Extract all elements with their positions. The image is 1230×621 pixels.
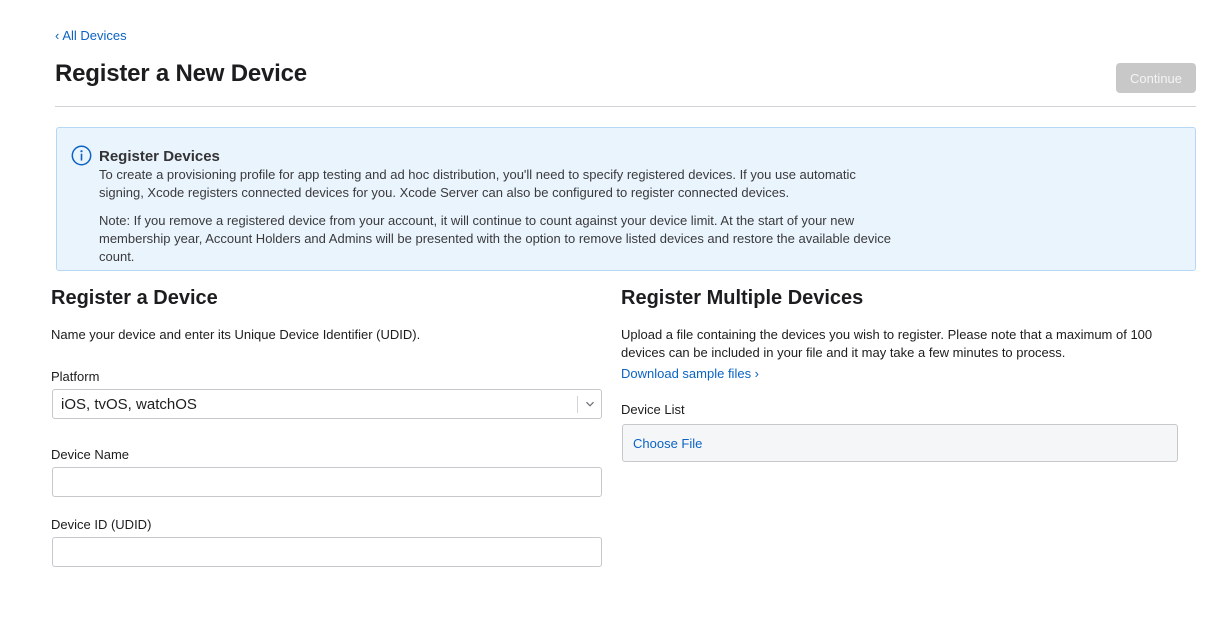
register-device-title: Register a Device	[51, 287, 218, 309]
info-paragraph-device-limit-note: Note: If you remove a registered device …	[99, 213, 891, 264]
platform-label: Platform	[51, 369, 100, 384]
device-id-input[interactable]	[52, 537, 602, 567]
all-devices-link[interactable]: ‹ All Devices	[55, 28, 127, 43]
info-icon	[71, 145, 92, 166]
platform-select[interactable]: iOS, tvOS, watchOS	[52, 389, 602, 419]
device-name-label: Device Name	[51, 447, 130, 462]
register-multiple-devices-title: Register Multiple Devices	[621, 287, 864, 309]
page-title: Register a New Device	[55, 60, 307, 87]
chevron-down-icon	[586, 401, 594, 407]
platform-selected-value: iOS, tvOS, watchOS	[61, 396, 197, 413]
device-name-input[interactable]	[52, 467, 602, 497]
info-banner: Register Devices To create a provisionin…	[56, 127, 1196, 271]
continue-button[interactable]: Continue	[1116, 63, 1196, 93]
chevron-left-icon: ‹	[55, 28, 60, 43]
device-list-label: Device List	[621, 402, 685, 417]
info-paragraph-automatic-signing: To create a provisioning profile for app…	[99, 167, 856, 200]
select-divider	[577, 396, 578, 413]
download-sample-files-link[interactable]: Download sample files ›	[621, 366, 759, 381]
info-title: Register Devices	[99, 148, 220, 165]
choose-file-button[interactable]: Choose File	[633, 436, 702, 451]
header-divider	[55, 106, 1196, 107]
register-multiple-description: Upload a file containing the devices you…	[621, 327, 1153, 360]
device-list-file-input[interactable]: Choose File	[622, 424, 1178, 462]
device-id-label: Device ID (UDID)	[51, 517, 152, 532]
register-device-description: Name your device and enter its Unique De…	[51, 327, 421, 342]
all-devices-label: All Devices	[62, 28, 127, 43]
